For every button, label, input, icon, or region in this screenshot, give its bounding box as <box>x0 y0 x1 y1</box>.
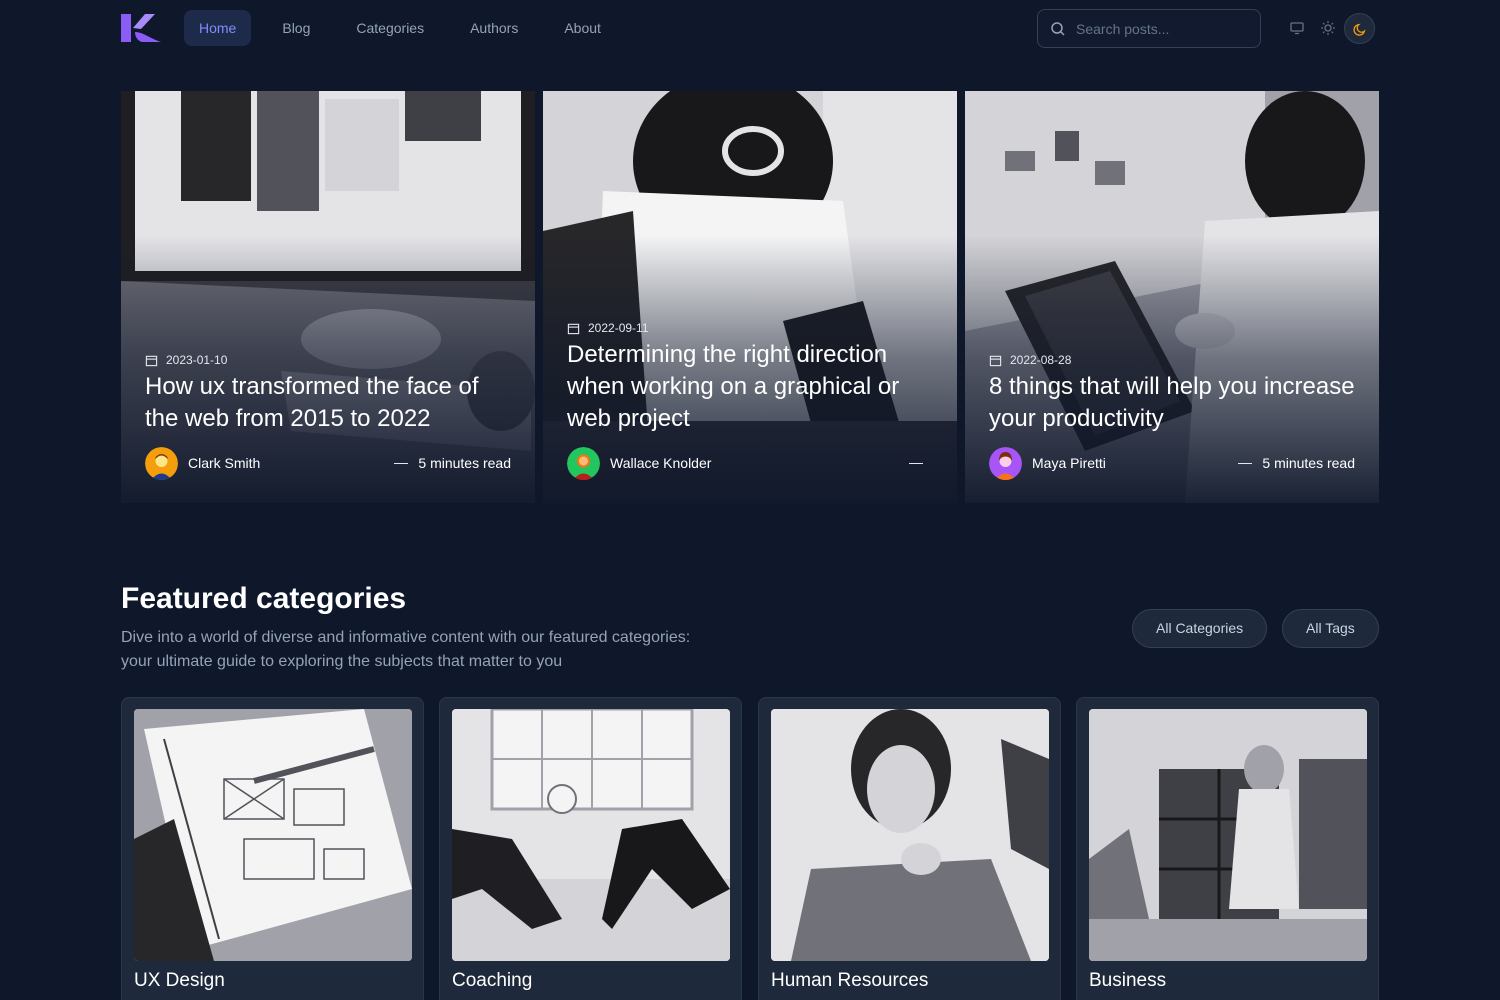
author-name[interactable]: Wallace Knolder <box>610 455 909 471</box>
category-name[interactable]: Coaching <box>452 970 532 992</box>
category-card[interactable]: Business <box>1076 697 1379 1000</box>
author-avatar[interactable] <box>989 446 1022 480</box>
category-card[interactable]: Human Resources <box>758 697 1061 1000</box>
all-tags-button[interactable]: All Tags <box>1282 609 1379 648</box>
read-time: 5 minutes read <box>1238 455 1355 471</box>
post-title[interactable]: How ux transformed the face of the web f… <box>145 371 511 435</box>
site-header: Home Blog Categories Authors About <box>0 0 1500 58</box>
nav-blog[interactable]: Blog <box>267 10 325 46</box>
author-avatar[interactable] <box>145 446 178 480</box>
hero-post-card[interactable]: 2022-08-28 8 things that will help you i… <box>965 91 1379 503</box>
nav-authors[interactable]: Authors <box>455 10 533 46</box>
all-categories-button[interactable]: All Categories <box>1132 609 1268 648</box>
calendar-icon <box>567 323 580 334</box>
calendar-icon <box>989 355 1002 366</box>
post-title[interactable]: 8 things that will help you increase you… <box>989 371 1355 435</box>
search-input[interactable] <box>1076 20 1256 37</box>
category-name[interactable]: UX Design <box>134 970 225 992</box>
hero-post-card[interactable]: 2023-01-10 How ux transformed the face o… <box>121 91 535 503</box>
sun-icon[interactable] <box>1320 20 1336 36</box>
section-title: Featured categories <box>121 582 407 615</box>
category-card[interactable]: UX Design <box>121 697 424 1000</box>
post-date: 2023-01-10 <box>145 353 511 367</box>
category-name[interactable]: Human Resources <box>771 970 928 992</box>
category-image <box>452 709 730 961</box>
author-name[interactable]: Maya Piretti <box>1032 455 1238 471</box>
nav-categories[interactable]: Categories <box>341 10 439 46</box>
category-image <box>1089 709 1367 961</box>
author-name[interactable]: Clark Smith <box>188 455 394 471</box>
calendar-icon <box>145 355 158 366</box>
post-title[interactable]: Determining the right direction when wor… <box>567 339 933 435</box>
monitor-icon[interactable] <box>1289 20 1305 36</box>
hero-post-card[interactable]: 2022-09-11 Determining the right directi… <box>543 91 957 503</box>
section-description: Dive into a world of diverse and informa… <box>121 629 691 670</box>
post-date: 2022-09-11 <box>567 321 933 335</box>
nav-about[interactable]: About <box>549 10 616 46</box>
nav-home[interactable]: Home <box>184 10 252 46</box>
category-image <box>771 709 1049 961</box>
read-time <box>909 462 933 464</box>
logo-icon[interactable] <box>121 12 161 44</box>
category-name[interactable]: Business <box>1089 970 1166 992</box>
main-nav: Home Blog Categories Authors About <box>184 10 632 46</box>
search-icon <box>1051 21 1065 36</box>
category-card[interactable]: Coaching <box>439 697 742 1000</box>
moon-icon <box>1352 23 1366 36</box>
author-avatar[interactable] <box>567 446 600 480</box>
post-date: 2022-08-28 <box>989 353 1355 367</box>
category-image <box>134 709 412 961</box>
search-box[interactable] <box>1037 9 1261 48</box>
dark-mode-toggle[interactable] <box>1344 13 1375 44</box>
read-time: 5 minutes read <box>394 455 511 471</box>
